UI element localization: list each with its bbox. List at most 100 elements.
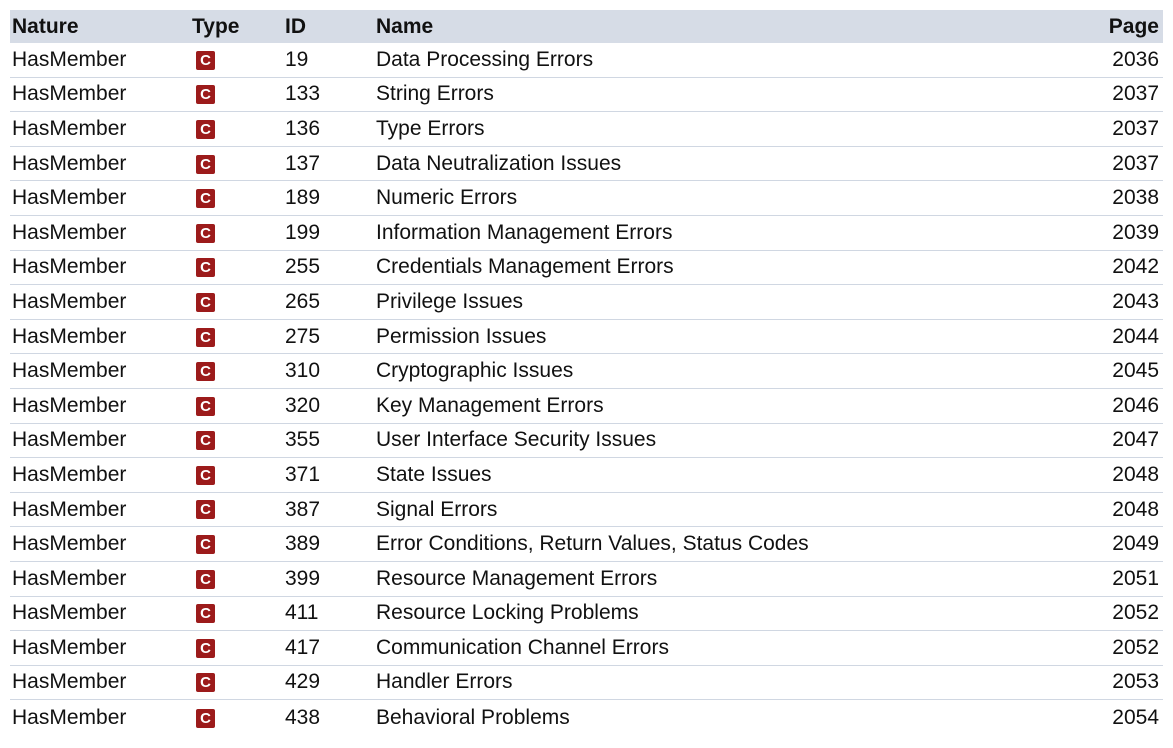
header-id: ID: [285, 14, 306, 38]
category-icon[interactable]: C: [196, 223, 215, 243]
category-icon[interactable]: C: [196, 258, 215, 278]
cell-name[interactable]: Cryptographic Issues: [376, 359, 1089, 383]
cell-id[interactable]: 417: [285, 636, 376, 660]
table-row: HasMember C 417 Communication Channel Error…: [10, 631, 1163, 666]
table-body: HasMember C 19 Data Processing Errors 2036 Ha…: [10, 43, 1163, 735]
cell-page: 2046: [1112, 393, 1159, 417]
cell-name[interactable]: Permission Issues: [376, 325, 1089, 349]
header-nature: Nature: [12, 14, 79, 38]
cell-nature: HasMember: [12, 220, 127, 244]
cell-nature: HasMember: [12, 324, 127, 348]
category-icon[interactable]: C: [196, 292, 215, 312]
cell-id[interactable]: 320: [285, 394, 376, 418]
cell-name[interactable]: String Errors: [376, 82, 1089, 106]
cell-type: C: [192, 221, 285, 245]
cell-type: C: [192, 636, 285, 660]
cell-nature: HasMember: [12, 82, 127, 106]
category-icon[interactable]: C: [196, 327, 215, 347]
category-icon[interactable]: C: [196, 85, 215, 105]
cell-nature: HasMember: [12, 359, 127, 383]
cell-id[interactable]: 310: [285, 359, 376, 383]
cell-id[interactable]: 275: [285, 325, 376, 349]
cell-id[interactable]: 189: [285, 186, 376, 210]
category-icon[interactable]: C: [196, 154, 215, 174]
category-icon[interactable]: C: [196, 465, 215, 485]
cell-type: C: [192, 706, 285, 730]
cell-name[interactable]: Resource Management Errors: [376, 567, 1089, 591]
table-row: HasMember C 19 Data Processing Errors 2036: [10, 43, 1163, 78]
category-icon[interactable]: C: [196, 535, 215, 555]
cell-id[interactable]: 429: [285, 670, 376, 694]
cell-name[interactable]: Behavioral Problems: [376, 706, 1089, 730]
cell-name[interactable]: Key Management Errors: [376, 394, 1089, 418]
cell-id[interactable]: 19: [285, 48, 376, 72]
cell-name[interactable]: Signal Errors: [376, 498, 1089, 522]
cell-type: C: [192, 359, 285, 383]
cell-nature: HasMember: [12, 116, 127, 140]
cell-nature: HasMember: [12, 186, 127, 210]
cell-name[interactable]: Information Management Errors: [376, 221, 1089, 245]
category-icon[interactable]: C: [196, 500, 215, 520]
cell-name[interactable]: Numeric Errors: [376, 186, 1089, 210]
cell-page: 2037: [1112, 151, 1159, 175]
cell-id[interactable]: 137: [285, 152, 376, 176]
cell-name[interactable]: Credentials Management Errors: [376, 255, 1089, 279]
cell-page: 2037: [1112, 116, 1159, 140]
category-icon[interactable]: C: [196, 396, 215, 416]
cell-type: C: [192, 428, 285, 452]
cell-name[interactable]: Resource Locking Problems: [376, 601, 1089, 625]
cell-id[interactable]: 387: [285, 498, 376, 522]
cell-id[interactable]: 265: [285, 290, 376, 314]
cell-type: C: [192, 82, 285, 106]
cell-name[interactable]: Communication Channel Errors: [376, 636, 1089, 660]
cell-id[interactable]: 199: [285, 221, 376, 245]
cell-page: 2048: [1112, 462, 1159, 486]
category-icon[interactable]: C: [196, 673, 215, 693]
category-icon[interactable]: C: [196, 604, 215, 624]
cell-type: C: [192, 670, 285, 694]
cell-id[interactable]: 355: [285, 428, 376, 452]
cell-name[interactable]: State Issues: [376, 463, 1089, 487]
cell-nature: HasMember: [12, 670, 127, 694]
category-icon[interactable]: C: [196, 119, 215, 139]
category-icon[interactable]: C: [196, 362, 215, 382]
category-icon[interactable]: C: [196, 638, 215, 658]
cell-id[interactable]: 389: [285, 532, 376, 556]
header-type: Type: [192, 14, 240, 38]
cell-id[interactable]: 438: [285, 706, 376, 730]
cell-name[interactable]: Error Conditions, Return Values, Status …: [376, 532, 1089, 556]
table-row: HasMember C 133 String Errors 2037: [10, 78, 1163, 113]
cell-page: 2045: [1112, 359, 1159, 383]
table-row: HasMember C 438 Behavioral Problems 2054: [10, 700, 1163, 735]
relationships-table: Nature Type ID Name Page HasMember C 19 Dat…: [10, 10, 1163, 735]
cell-name[interactable]: Data Processing Errors: [376, 48, 1089, 72]
cell-page: 2052: [1112, 601, 1159, 625]
table-row: HasMember C 265 Privilege Issues 2043: [10, 285, 1163, 320]
cell-id[interactable]: 133: [285, 82, 376, 106]
table-row: HasMember C 310 Cryptographic Issues 2045: [10, 354, 1163, 389]
table-header-row: Nature Type ID Name Page: [10, 10, 1163, 43]
cell-type: C: [192, 152, 285, 176]
cell-name[interactable]: Type Errors: [376, 117, 1089, 141]
cell-name[interactable]: Handler Errors: [376, 670, 1089, 694]
cell-id[interactable]: 136: [285, 117, 376, 141]
category-icon[interactable]: C: [196, 431, 215, 451]
category-icon[interactable]: C: [196, 708, 215, 728]
cell-nature: HasMember: [12, 47, 127, 71]
cell-type: C: [192, 186, 285, 210]
cell-id[interactable]: 411: [285, 601, 376, 625]
table-row: HasMember C 371 State Issues 2048: [10, 458, 1163, 493]
cell-type: C: [192, 463, 285, 487]
cell-name[interactable]: Privilege Issues: [376, 290, 1089, 314]
cell-name[interactable]: Data Neutralization Issues: [376, 152, 1089, 176]
cell-id[interactable]: 371: [285, 463, 376, 487]
category-icon[interactable]: C: [196, 50, 215, 70]
cell-id[interactable]: 399: [285, 567, 376, 591]
cell-type: C: [192, 567, 285, 591]
cell-nature: HasMember: [12, 428, 127, 452]
category-icon[interactable]: C: [196, 189, 215, 209]
cell-id[interactable]: 255: [285, 255, 376, 279]
cell-nature: HasMember: [12, 635, 127, 659]
category-icon[interactable]: C: [196, 569, 215, 589]
cell-name[interactable]: User Interface Security Issues: [376, 428, 1089, 452]
